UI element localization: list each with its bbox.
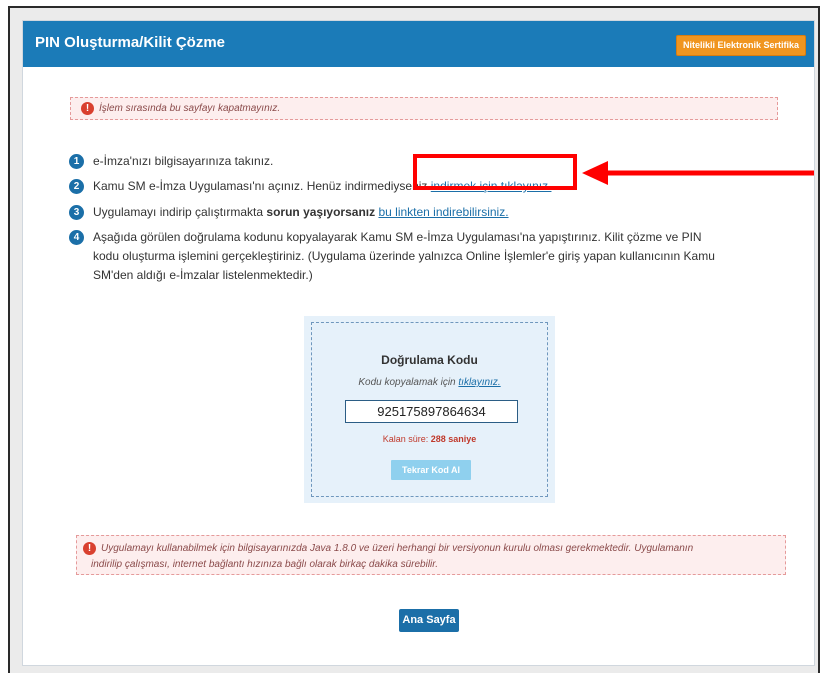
alt-download-link[interactable]: bu linkten indirebilirsiniz. (378, 205, 508, 219)
copy-prefix: Kodu kopyalamak için (358, 377, 456, 388)
home-button[interactable]: Ana Sayfa (399, 609, 459, 632)
qualified-certificate-button[interactable]: Nitelikli Elektronik Sertifika (675, 35, 806, 56)
step-number-icon: 1 (69, 154, 84, 169)
step-number-icon: 4 (69, 230, 84, 245)
warning-alert-top: ! İşlem sırasında bu sayfayı kapatmayını… (70, 97, 778, 120)
step-number-icon: 3 (69, 205, 84, 220)
copy-code-link[interactable]: tıklayınız. (458, 377, 500, 388)
verification-box: Doğrulama Kodu Kodu kopyalamak için tıkl… (304, 316, 555, 503)
page-title: PIN Oluşturma/Kilit Çözme (35, 34, 226, 51)
step-number-icon: 2 (69, 179, 84, 194)
remaining-unit: saniye (448, 434, 477, 444)
step-text-line: Aşağıda görülen doğrulama kodunu kopyala… (93, 230, 702, 244)
step-bold-text: sorun yaşıyorsanız (266, 205, 376, 219)
step-text: Kamu SM e-İmza Uygulaması'nı açınız. Hen… (93, 179, 428, 193)
panel-header: PIN Oluşturma/Kilit Çözme Nitelikli Elek… (23, 21, 814, 67)
remaining-time: Kalan süre: 288 saniye (312, 434, 547, 444)
copy-instruction: Kodu kopyalamak için tıklayınız. (312, 377, 547, 388)
verification-code-field[interactable]: 925175897864634 (345, 400, 518, 423)
remaining-label: Kalan süre: (382, 434, 429, 444)
warning-alert-bottom: ! Uygulamayı kullanabilmek için bilgisay… (76, 535, 786, 575)
step-text-line: kodu oluşturma işlemini gerçekleştiriniz… (93, 249, 715, 263)
browser-frame: PIN Oluşturma/Kilit Çözme Nitelikli Elek… (8, 6, 820, 673)
highlight-box (413, 154, 577, 190)
verification-inner: Doğrulama Kodu Kodu kopyalamak için tıkl… (311, 322, 548, 497)
exclamation-icon: ! (81, 102, 94, 115)
warning-text: İşlem sırasında bu sayfayı kapatmayınız. (99, 103, 281, 114)
warning-text-line: indirilip çalışması, internet bağlantı h… (91, 559, 439, 570)
step-text-line: SM'den aldığı e-İmzalar listelenmektedir… (93, 268, 313, 282)
step-text: Uygulamayı indirip çalıştırmakta (93, 205, 264, 219)
step-text: e-İmza'nızı bilgisayarınıza takınız. (93, 154, 274, 168)
new-code-button[interactable]: Tekrar Kod Al (391, 460, 471, 480)
red-arrow-icon (582, 161, 814, 185)
remaining-value: 288 (430, 434, 446, 444)
main-panel: PIN Oluşturma/Kilit Çözme Nitelikli Elek… (22, 20, 815, 666)
verification-title: Doğrulama Kodu (381, 353, 478, 367)
warning-text-line: Uygulamayı kullanabilmek için bilgisayar… (101, 543, 694, 554)
exclamation-icon: ! (83, 542, 96, 555)
